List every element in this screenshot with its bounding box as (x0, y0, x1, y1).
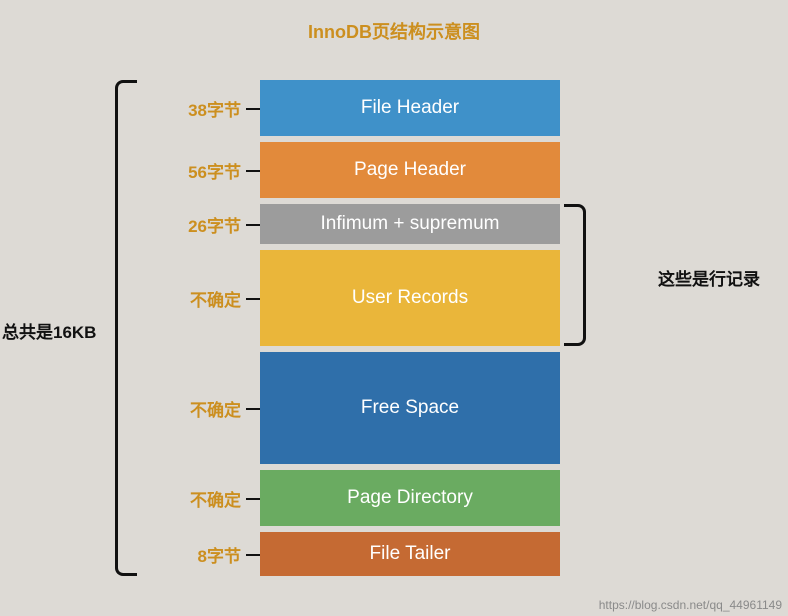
connector-tick (246, 408, 260, 410)
size-label-6: 8字节 (155, 532, 245, 576)
segment-file-header: File Header (260, 80, 560, 136)
diagram-title: InnoDB页结构示意图 (0, 18, 788, 44)
segment-page-directory: Page Directory (260, 470, 560, 526)
connector-tick (246, 554, 260, 556)
size-label-3: 不确定 (155, 250, 245, 346)
page-structure-stack: File Header Page Header Infimum + supremum… (260, 80, 560, 582)
connector-tick (246, 170, 260, 172)
segment-file-tailer: File Tailer (260, 532, 560, 576)
connector-tick (246, 108, 260, 110)
connector-tick (246, 498, 260, 500)
size-label-1: 56字节 (155, 142, 245, 198)
left-bracket (115, 80, 137, 576)
segment-infimum-supremum: Infimum + supremum (260, 204, 560, 244)
segment-user-records: User Records (260, 250, 560, 346)
size-label-5: 不确定 (155, 470, 245, 526)
total-size-label: 总共是16KB (2, 318, 96, 343)
right-bracket (564, 204, 586, 346)
size-labels-column: 38字节56字节26字节不确定不确定不确定8字节 (155, 80, 245, 582)
size-label-4: 不确定 (155, 352, 245, 464)
size-label-0: 38字节 (155, 80, 245, 136)
segment-free-space: Free Space (260, 352, 560, 464)
size-label-2: 26字节 (155, 204, 245, 244)
connector-tick (246, 298, 260, 300)
watermark-url: https://blog.csdn.net/qq_44961149 (599, 598, 782, 612)
row-records-annotation: 这些是行记录 (658, 265, 760, 290)
connector-tick (246, 224, 260, 226)
segment-page-header: Page Header (260, 142, 560, 198)
